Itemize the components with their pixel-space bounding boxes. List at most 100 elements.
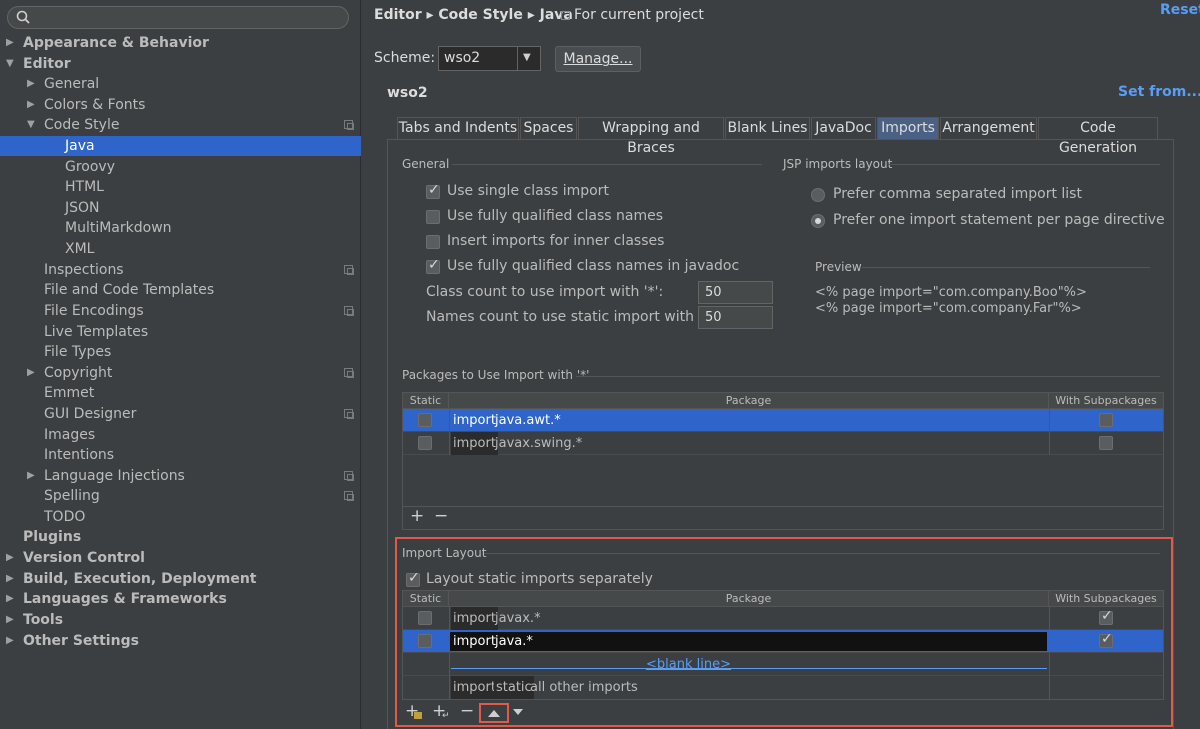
sidebar-item-tools[interactable]: ▶ Tools bbox=[0, 610, 361, 630]
sidebar-item-images[interactable]: Images bbox=[0, 425, 361, 445]
sidebar-item-todo[interactable]: TODO bbox=[0, 507, 361, 527]
table-row[interactable]: import static all other imports bbox=[403, 676, 1163, 699]
tab-imports[interactable]: Imports bbox=[877, 117, 939, 139]
table-row[interactable]: import java.awt.* bbox=[403, 409, 1163, 432]
sidebar-item-copyright[interactable]: ▶ Copyright bbox=[0, 363, 361, 383]
tab-wrapping-and-braces[interactable]: Wrapping and Braces bbox=[578, 117, 724, 156]
subpackages-checkbox[interactable] bbox=[1099, 413, 1113, 427]
sidebar-item-code-style[interactable]: ▼ Code Style bbox=[0, 115, 361, 135]
sidebar-item-multimarkdown[interactable]: MultiMarkdown bbox=[0, 218, 361, 238]
sidebar-item-general[interactable]: ▶ General bbox=[0, 74, 361, 94]
add-icon[interactable]: + bbox=[410, 506, 424, 526]
packages-table: Static Package With Subpackages import j… bbox=[402, 392, 1164, 530]
scheme-name: wso2 bbox=[387, 85, 428, 101]
comma-separated-label: Prefer comma separated import list bbox=[833, 186, 1082, 202]
subpackages-checkbox[interactable] bbox=[1099, 608, 1113, 625]
static-checkbox[interactable] bbox=[418, 634, 432, 648]
sidebar-item-language-injections[interactable]: ▶ Language Injections bbox=[0, 466, 361, 486]
sidebar-item-plugins[interactable]: Plugins bbox=[0, 527, 361, 547]
chevron-right-icon: ▶ bbox=[6, 593, 14, 604]
sidebar-item-json[interactable]: JSON bbox=[0, 198, 361, 218]
search-icon bbox=[16, 10, 30, 24]
move-up-button[interactable] bbox=[479, 703, 509, 723]
sidebar-item-gui-designer[interactable]: GUI Designer bbox=[0, 404, 361, 424]
sidebar-item-intentions[interactable]: Intentions bbox=[0, 445, 361, 465]
sidebar-item-file-code-templates[interactable]: File and Code Templates bbox=[0, 280, 361, 300]
tab-javadoc[interactable]: JavaDoc bbox=[811, 117, 876, 139]
tab-tabs-and-indents[interactable]: Tabs and Indents bbox=[397, 117, 519, 139]
one-per-directive-radio[interactable] bbox=[811, 214, 825, 228]
column-header-package[interactable]: Package bbox=[449, 591, 1049, 607]
layout-static-checkbox[interactable] bbox=[406, 570, 420, 587]
sidebar-item-file-encodings[interactable]: File Encodings bbox=[0, 301, 361, 321]
reset-link[interactable]: Reset bbox=[1160, 2, 1200, 18]
static-checkbox[interactable] bbox=[418, 611, 432, 625]
names-count-input[interactable]: 50 bbox=[698, 306, 773, 329]
remove-icon[interactable]: − bbox=[460, 701, 474, 721]
preview-line-1: <% page import="com.company.Boo"%> bbox=[815, 285, 1087, 300]
import-layout-title: Import Layout bbox=[402, 546, 487, 560]
sidebar-item-inspections[interactable]: Inspections bbox=[0, 260, 361, 280]
tab-arrangement[interactable]: Arrangement bbox=[940, 117, 1037, 139]
column-header-package[interactable]: Package bbox=[449, 393, 1049, 409]
set-from-link[interactable]: Set from... bbox=[1118, 84, 1200, 100]
names-count-label: Names count to use static import with '*… bbox=[426, 309, 718, 325]
sidebar-item-appearance[interactable]: ▶ Appearance & Behavior bbox=[0, 33, 361, 53]
inner-classes-label: Insert imports for inner classes bbox=[447, 233, 665, 249]
subpackages-checkbox[interactable] bbox=[1099, 436, 1113, 450]
one-per-directive-label: Prefer one import statement per page dir… bbox=[833, 212, 1165, 228]
sidebar-item-spelling[interactable]: Spelling bbox=[0, 486, 361, 506]
sidebar-item-emmet[interactable]: Emmet bbox=[0, 383, 361, 403]
table-row[interactable]: import javax.swing.* bbox=[403, 432, 1163, 455]
chevron-right-icon: ▶ bbox=[6, 37, 14, 48]
arrow-down-icon[interactable] bbox=[512, 707, 524, 717]
sidebar-item-xml[interactable]: XML bbox=[0, 239, 361, 259]
subpackages-checkbox[interactable] bbox=[1099, 631, 1113, 648]
sidebar-item-languages[interactable]: ▶ Languages & Frameworks bbox=[0, 589, 361, 609]
search-field[interactable] bbox=[7, 6, 349, 29]
remove-icon[interactable]: − bbox=[434, 506, 448, 526]
sidebar-item-editor[interactable]: ▼ Editor bbox=[0, 54, 361, 74]
sidebar-item-java[interactable]: Java bbox=[0, 136, 361, 156]
sidebar-item-groovy[interactable]: Groovy bbox=[0, 157, 361, 177]
static-checkbox[interactable] bbox=[418, 436, 432, 450]
chevron-right-icon: ▶ bbox=[27, 367, 35, 378]
chevron-down-icon: ▼ bbox=[27, 119, 35, 130]
sidebar-item-html[interactable]: HTML bbox=[0, 177, 361, 197]
javadoc-fq-checkbox[interactable] bbox=[426, 257, 440, 274]
inner-classes-checkbox[interactable] bbox=[426, 235, 440, 249]
sidebar-item-colors-fonts[interactable]: ▶ Colors & Fonts bbox=[0, 95, 361, 115]
fully-qualified-checkbox[interactable] bbox=[426, 210, 440, 224]
sidebar-item-other-settings[interactable]: ▶ Other Settings bbox=[0, 631, 361, 651]
column-header-subpackages[interactable]: With Subpackages bbox=[1049, 393, 1163, 409]
tab-code-generation[interactable]: Code Generation bbox=[1038, 117, 1158, 156]
class-count-input[interactable]: 50 bbox=[698, 281, 773, 304]
static-keyword: static bbox=[494, 676, 534, 699]
table-row[interactable]: import java.* bbox=[403, 630, 1163, 653]
sidebar-item-version-control[interactable]: ▶ Version Control bbox=[0, 548, 361, 568]
packages-title: Packages to Use Import with '*' bbox=[402, 368, 590, 382]
tab-spaces[interactable]: Spaces bbox=[520, 117, 577, 139]
table-row[interactable]: import javax.* bbox=[403, 607, 1163, 630]
sidebar-item-live-templates[interactable]: Live Templates bbox=[0, 322, 361, 342]
column-header-static[interactable]: Static bbox=[403, 393, 449, 409]
column-header-static[interactable]: Static bbox=[403, 591, 449, 607]
layout-static-label: Layout static imports separately bbox=[426, 571, 653, 587]
package-editor[interactable] bbox=[449, 631, 1048, 652]
table-row[interactable]: <blank line> bbox=[403, 653, 1163, 676]
sidebar-item-file-types[interactable]: File Types bbox=[0, 342, 361, 362]
sidebar-item-build[interactable]: ▶ Build, Execution, Deployment bbox=[0, 569, 361, 589]
chevron-right-icon: ▶ bbox=[6, 635, 14, 646]
import-keyword: import bbox=[451, 607, 498, 630]
comma-separated-radio[interactable] bbox=[811, 188, 825, 202]
single-class-import-checkbox[interactable] bbox=[426, 182, 440, 199]
scheme-select[interactable]: wso2 ▼ bbox=[438, 46, 541, 71]
package-name: java.awt.* bbox=[495, 413, 561, 428]
static-checkbox[interactable] bbox=[418, 413, 432, 427]
import-keyword: import bbox=[453, 634, 496, 649]
tab-blank-lines[interactable]: Blank Lines bbox=[725, 117, 810, 139]
column-header-subpackages[interactable]: With Subpackages bbox=[1049, 591, 1163, 607]
import-keyword: import bbox=[451, 676, 498, 699]
chevron-right-icon: ▶ bbox=[27, 99, 35, 110]
manage-button[interactable]: Manage... bbox=[555, 46, 641, 72]
